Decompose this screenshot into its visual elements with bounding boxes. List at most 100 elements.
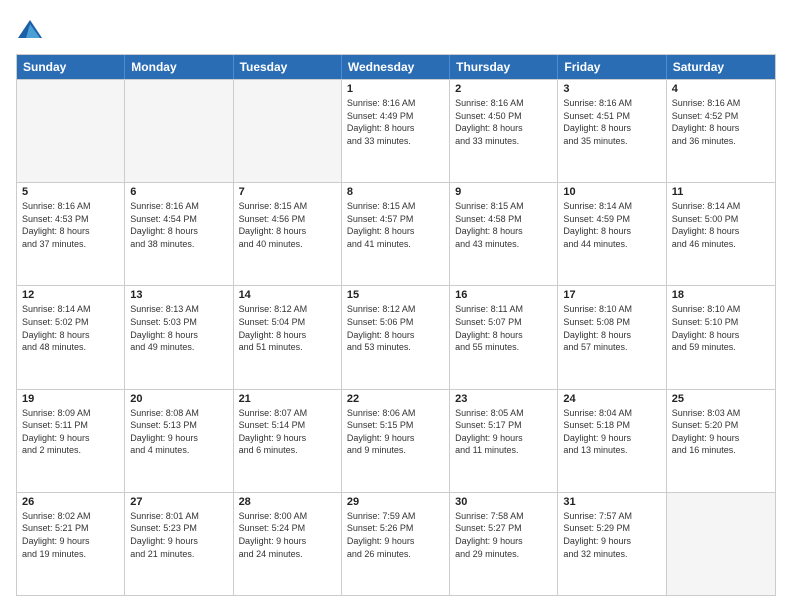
calendar-cell: 27Sunrise: 8:01 AM Sunset: 5:23 PM Dayli… — [125, 493, 233, 595]
day-number: 8 — [347, 186, 444, 198]
calendar-cell: 26 Sunrise: 8:02 AM Sunset: 5:21 PM Dayli… — [17, 493, 125, 595]
calendar-cell: 1 Sunrise: 8:16 AM Sunset: 4:49 PM Daylig… — [342, 80, 450, 182]
cell-info: Sunrise: 8:14 AM Sunset: 5:02 PM Dayligh… — [22, 303, 119, 353]
calendar-cell: 11 Sunrise: 8:14 AM Sunset: 5:00 PM Dayli… — [667, 183, 775, 285]
cell-info: Sunrise: 8:06 AM Sunset: 5:15 PM Dayligh… — [347, 407, 444, 457]
calendar-cell: 17 Sunrise: 8:10 AM Sunset: 5:08 PM Dayli… — [558, 286, 666, 388]
calendar-cell — [125, 80, 233, 182]
day-number: 6 — [130, 186, 227, 198]
calendar-cell: 24 Sunrise: 8:04 AM Sunset: 5:18 PM Dayli… — [558, 390, 666, 492]
day-number: 22 — [347, 393, 444, 405]
day-number: 24 — [563, 393, 660, 405]
weekday-header: Saturday — [667, 55, 775, 79]
cell-info: Sunrise: 8:14 AM Sunset: 4:59 PM Dayligh… — [563, 200, 660, 250]
day-number: 1 — [347, 83, 444, 95]
day-number: 9 — [455, 186, 552, 198]
calendar-cell: 16Sunrise: 8:11 AM Sunset: 5:07 PM Dayli… — [450, 286, 558, 388]
cell-info: Sunrise: 7:59 AM Sunset: 5:26 PM Dayligh… — [347, 510, 444, 560]
calendar-cell: 20 Sunrise: 8:08 AM Sunset: 5:13 PM Dayli… — [125, 390, 233, 492]
cell-info: Sunrise: 8:16 AM Sunset: 4:52 PM Dayligh… — [672, 97, 770, 147]
cell-info: Sunrise: 8:02 AM Sunset: 5:21 PM Dayligh… — [22, 510, 119, 560]
calendar-cell: 9 Sunrise: 8:15 AM Sunset: 4:58 PM Daylig… — [450, 183, 558, 285]
calendar-cell: 25 Sunrise: 8:03 AM Sunset: 5:20 PM Dayli… — [667, 390, 775, 492]
cell-info: Sunrise: 8:07 AM Sunset: 5:14 PM Dayligh… — [239, 407, 336, 457]
weekday-header: Thursday — [450, 55, 558, 79]
weekday-header: Monday — [125, 55, 233, 79]
day-number: 15 — [347, 289, 444, 301]
calendar-cell: 5 Sunrise: 8:16 AM Sunset: 4:53 PM Daylig… — [17, 183, 125, 285]
cell-info: Sunrise: 8:04 AM Sunset: 5:18 PM Dayligh… — [563, 407, 660, 457]
day-number: 21 — [239, 393, 336, 405]
weekday-header: Wednesday — [342, 55, 450, 79]
calendar-cell: 14 Sunrise: 8:12 AM Sunset: 5:04 PM Dayli… — [234, 286, 342, 388]
cell-info: Sunrise: 8:16 AM Sunset: 4:53 PM Dayligh… — [22, 200, 119, 250]
calendar-row: 26 Sunrise: 8:02 AM Sunset: 5:21 PM Dayli… — [17, 492, 775, 595]
calendar-cell: 6 Sunrise: 8:16 AM Sunset: 4:54 PM Daylig… — [125, 183, 233, 285]
day-number: 2 — [455, 83, 552, 95]
calendar-row: 12 Sunrise: 8:14 AM Sunset: 5:02 PM Dayli… — [17, 285, 775, 388]
day-number: 31 — [563, 496, 660, 508]
cell-info: Sunrise: 8:16 AM Sunset: 4:50 PM Dayligh… — [455, 97, 552, 147]
calendar: SundayMondayTuesdayWednesdayThursdayFrid… — [16, 54, 776, 596]
calendar-cell: 10Sunrise: 8:14 AM Sunset: 4:59 PM Dayli… — [558, 183, 666, 285]
calendar-cell: 18 Sunrise: 8:10 AM Sunset: 5:10 PM Dayli… — [667, 286, 775, 388]
cell-info: Sunrise: 8:03 AM Sunset: 5:20 PM Dayligh… — [672, 407, 770, 457]
calendar-cell: 13Sunrise: 8:13 AM Sunset: 5:03 PM Dayli… — [125, 286, 233, 388]
calendar-cell: 19Sunrise: 8:09 AM Sunset: 5:11 PM Dayli… — [17, 390, 125, 492]
day-number: 17 — [563, 289, 660, 301]
weekday-header: Tuesday — [234, 55, 342, 79]
calendar-cell: 2 Sunrise: 8:16 AM Sunset: 4:50 PM Daylig… — [450, 80, 558, 182]
calendar-row: 5 Sunrise: 8:16 AM Sunset: 4:53 PM Daylig… — [17, 182, 775, 285]
calendar-row: 1 Sunrise: 8:16 AM Sunset: 4:49 PM Daylig… — [17, 79, 775, 182]
day-number: 28 — [239, 496, 336, 508]
calendar-cell: 23Sunrise: 8:05 AM Sunset: 5:17 PM Dayli… — [450, 390, 558, 492]
day-number: 29 — [347, 496, 444, 508]
calendar-cell: 3 Sunrise: 8:16 AM Sunset: 4:51 PM Daylig… — [558, 80, 666, 182]
calendar-body: 1 Sunrise: 8:16 AM Sunset: 4:49 PM Daylig… — [17, 79, 775, 595]
day-number: 12 — [22, 289, 119, 301]
cell-info: Sunrise: 8:16 AM Sunset: 4:54 PM Dayligh… — [130, 200, 227, 250]
day-number: 3 — [563, 83, 660, 95]
calendar-cell: 8Sunrise: 8:15 AM Sunset: 4:57 PM Daylig… — [342, 183, 450, 285]
calendar-cell: 28 Sunrise: 8:00 AM Sunset: 5:24 PM Dayli… — [234, 493, 342, 595]
day-number: 20 — [130, 393, 227, 405]
weekday-header: Sunday — [17, 55, 125, 79]
cell-info: Sunrise: 8:14 AM Sunset: 5:00 PM Dayligh… — [672, 200, 770, 250]
day-number: 25 — [672, 393, 770, 405]
cell-info: Sunrise: 8:00 AM Sunset: 5:24 PM Dayligh… — [239, 510, 336, 560]
day-number: 14 — [239, 289, 336, 301]
day-number: 16 — [455, 289, 552, 301]
cell-info: Sunrise: 8:15 AM Sunset: 4:56 PM Dayligh… — [239, 200, 336, 250]
day-number: 27 — [130, 496, 227, 508]
day-number: 26 — [22, 496, 119, 508]
calendar-cell — [667, 493, 775, 595]
cell-info: Sunrise: 8:15 AM Sunset: 4:58 PM Dayligh… — [455, 200, 552, 250]
calendar-row: 19Sunrise: 8:09 AM Sunset: 5:11 PM Dayli… — [17, 389, 775, 492]
day-number: 11 — [672, 186, 770, 198]
cell-info: Sunrise: 8:16 AM Sunset: 4:51 PM Dayligh… — [563, 97, 660, 147]
calendar-cell: 31Sunrise: 7:57 AM Sunset: 5:29 PM Dayli… — [558, 493, 666, 595]
logo-icon — [16, 16, 44, 44]
day-number: 5 — [22, 186, 119, 198]
cell-info: Sunrise: 8:16 AM Sunset: 4:49 PM Dayligh… — [347, 97, 444, 147]
calendar-cell — [234, 80, 342, 182]
cell-info: Sunrise: 7:58 AM Sunset: 5:27 PM Dayligh… — [455, 510, 552, 560]
cell-info: Sunrise: 8:12 AM Sunset: 5:04 PM Dayligh… — [239, 303, 336, 353]
header — [16, 16, 776, 44]
calendar-cell: 7 Sunrise: 8:15 AM Sunset: 4:56 PM Daylig… — [234, 183, 342, 285]
cell-info: Sunrise: 8:12 AM Sunset: 5:06 PM Dayligh… — [347, 303, 444, 353]
page: SundayMondayTuesdayWednesdayThursdayFrid… — [0, 0, 792, 612]
cell-info: Sunrise: 8:08 AM Sunset: 5:13 PM Dayligh… — [130, 407, 227, 457]
day-number: 4 — [672, 83, 770, 95]
calendar-cell: 12 Sunrise: 8:14 AM Sunset: 5:02 PM Dayli… — [17, 286, 125, 388]
cell-info: Sunrise: 8:10 AM Sunset: 5:08 PM Dayligh… — [563, 303, 660, 353]
calendar-cell: 29 Sunrise: 7:59 AM Sunset: 5:26 PM Dayli… — [342, 493, 450, 595]
day-number: 7 — [239, 186, 336, 198]
day-number: 18 — [672, 289, 770, 301]
calendar-cell — [17, 80, 125, 182]
cell-info: Sunrise: 8:10 AM Sunset: 5:10 PM Dayligh… — [672, 303, 770, 353]
weekday-header: Friday — [558, 55, 666, 79]
calendar-cell: 22 Sunrise: 8:06 AM Sunset: 5:15 PM Dayli… — [342, 390, 450, 492]
calendar-header: SundayMondayTuesdayWednesdayThursdayFrid… — [17, 55, 775, 79]
cell-info: Sunrise: 8:09 AM Sunset: 5:11 PM Dayligh… — [22, 407, 119, 457]
